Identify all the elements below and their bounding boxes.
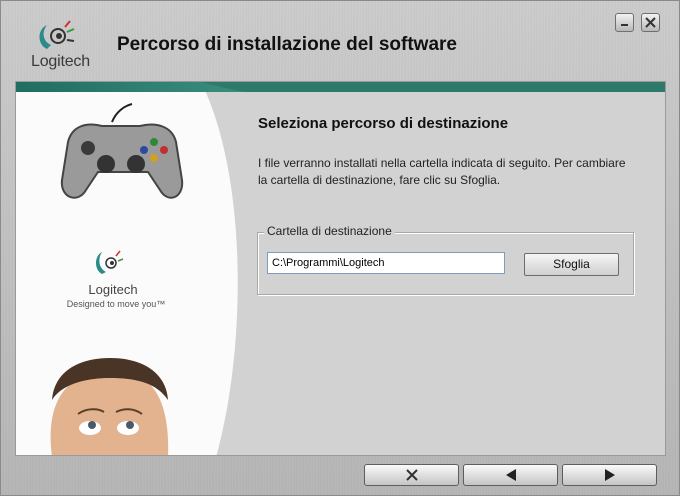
destination-groupbox: Cartella di destinazione Sfoglia — [257, 224, 634, 295]
installer-window: Logitech Percorso di installazione del s… — [0, 0, 680, 496]
close-button[interactable] — [641, 13, 660, 32]
cancel-button[interactable] — [364, 464, 459, 486]
destination-path-input[interactable] — [267, 252, 505, 274]
destination-group-label: Cartella di destinazione — [264, 224, 395, 238]
close-icon — [645, 17, 656, 28]
sidebar-artwork: Logitech Designed to move you™ — [16, 82, 246, 455]
page-heading: Seleziona percorso di destinazione — [258, 115, 509, 132]
logitech-logo: Logitech — [31, 19, 101, 73]
person-photo — [50, 358, 169, 455]
logitech-wordmark: Logitech — [31, 53, 90, 70]
content-panel: Logitech Designed to move you™ Seleziona… — [15, 81, 666, 456]
logitech-eye-icon — [39, 20, 75, 49]
next-button[interactable] — [562, 464, 657, 486]
minimize-button[interactable] — [615, 13, 634, 32]
arrow-left-icon — [505, 469, 516, 481]
page-description: I file verranno installati nella cartell… — [258, 156, 626, 187]
back-button[interactable] — [463, 464, 558, 486]
browse-button[interactable]: Sfoglia — [524, 253, 619, 276]
close-x-icon — [405, 469, 418, 481]
sidebar-wordmark: Logitech — [88, 282, 137, 297]
window-title: Percorso di installazione del software — [117, 34, 457, 55]
arrow-right-icon — [604, 469, 615, 481]
sidebar-tagline: Designed to move you™ — [67, 299, 166, 309]
